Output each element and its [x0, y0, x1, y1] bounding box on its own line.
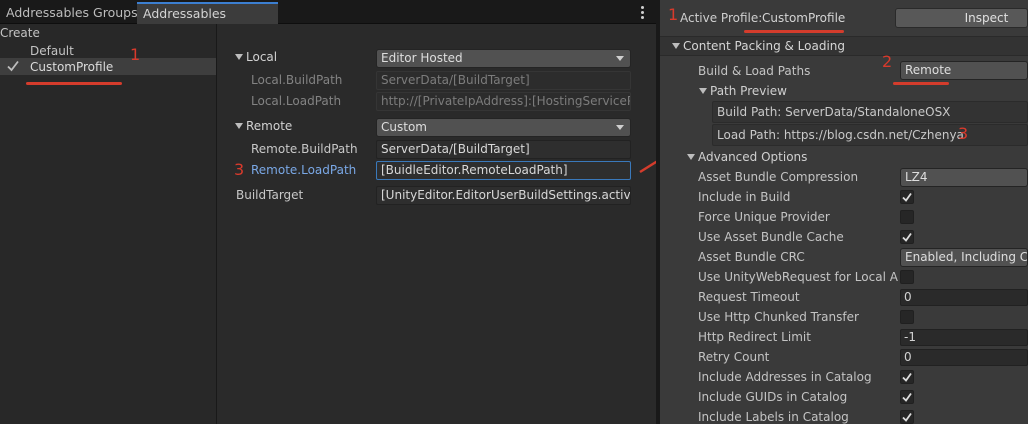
dropdown-value: Remote: [905, 63, 952, 77]
annotation-underline: [893, 82, 949, 85]
setting-checkbox[interactable]: [900, 390, 914, 404]
annotation-number: 2: [882, 52, 893, 71]
foldout-triangle-icon[interactable]: [235, 123, 243, 129]
setting-label: Include in Build: [698, 190, 791, 204]
setting-label: Use Http Chunked Transfer: [698, 310, 859, 324]
dropdown-value: Custom: [381, 120, 427, 134]
checkmark-icon: [902, 412, 912, 422]
annotation-number: 1: [668, 5, 679, 24]
setting-checkbox[interactable]: [900, 190, 914, 204]
annotation-number: 3: [234, 160, 245, 179]
setting-checkbox[interactable]: [900, 310, 914, 324]
setting-label: Include Labels in Catalog: [698, 410, 849, 424]
inspect-button[interactable]: Inspect: [895, 8, 1028, 28]
checkmark-icon: [902, 392, 912, 402]
build-target-field[interactable]: [UnityEditor.EditorUserBuildSettings.act…: [376, 186, 631, 205]
setting-label: Asset Bundle Compression: [698, 170, 859, 184]
setting-label: Force Unique Provider: [698, 210, 830, 224]
active-profile-label: Active Profile:: [680, 11, 763, 25]
remote-load-path-label: Remote.LoadPath: [251, 163, 357, 177]
setting-checkbox[interactable]: [900, 410, 914, 424]
setting-label: Http Redirect Limit: [698, 330, 811, 344]
local-load-path-label: Local.LoadPath: [251, 94, 342, 108]
build-path-preview: Build Path: ServerData/StandaloneOSX: [712, 101, 1028, 123]
setting-label: Use Asset Bundle Cache: [698, 230, 844, 244]
setting-label: Request Timeout: [698, 290, 800, 304]
checkmark-icon: [902, 372, 912, 382]
foldout-triangle-icon[interactable]: [672, 43, 680, 49]
setting-label: Include GUIDs in Catalog: [698, 390, 848, 404]
remote-build-path-label: Remote.BuildPath: [251, 142, 358, 156]
remote-load-path-field[interactable]: [BuidleEditor.RemoteLoadPath]: [376, 161, 631, 180]
chevron-down-icon: [616, 125, 624, 130]
profile-item-label: Default: [30, 44, 74, 58]
local-profile-dropdown[interactable]: Editor Hosted: [376, 49, 631, 68]
local-build-path-label: Local.BuildPath: [251, 73, 343, 87]
kebab-menu-icon[interactable]: [641, 6, 645, 20]
remote-section-label: Remote: [246, 119, 293, 133]
setting-checkbox[interactable]: [900, 230, 914, 244]
middle-pane-header: [217, 24, 656, 42]
chevron-down-icon: [616, 56, 624, 61]
advanced-options-label: Advanced Options: [698, 150, 808, 164]
setting-checkbox[interactable]: [900, 270, 914, 284]
setting-checkbox[interactable]: [900, 370, 914, 384]
tab-addressables-groups[interactable]: Addressables Groups: [0, 2, 144, 24]
inspect-button-label: Inspect: [964, 11, 1009, 25]
remote-build-path-field[interactable]: ServerData/[BuildTarget]: [376, 140, 631, 159]
load-path-preview-text: Load Path: https://blog.csdn.net/Czhenya: [717, 128, 964, 142]
setting-dropdown[interactable]: Enabled, Including Cac: [900, 248, 1028, 267]
dropdown-value: Editor Hosted: [381, 51, 463, 65]
setting-checkbox[interactable]: [900, 210, 914, 224]
checkmark-icon: [6, 59, 20, 73]
setting-label: Asset Bundle CRC: [698, 250, 805, 264]
setting-number-field[interactable]: 0: [900, 289, 1028, 306]
foldout-triangle-icon[interactable]: [699, 88, 707, 94]
tab-label: Addressables Groups: [6, 5, 138, 20]
tab-addressables-profiles[interactable]: Addressables Profiles: [137, 2, 278, 40]
setting-number-field[interactable]: 0: [900, 349, 1028, 366]
annotation-underline: [744, 30, 844, 33]
setting-dropdown[interactable]: LZ4: [900, 168, 1028, 187]
annotation-number: 1: [130, 45, 141, 64]
build-load-paths-label: Build & Load Paths: [698, 64, 811, 78]
setting-label: Retry Count: [698, 350, 770, 364]
local-build-path-field[interactable]: ServerData/[BuildTarget]: [376, 71, 631, 90]
build-target-label: BuildTarget: [236, 188, 304, 202]
profile-item-label: CustomProfile: [30, 60, 114, 74]
foldout-triangle-icon[interactable]: [235, 54, 243, 60]
load-path-preview: Load Path: https://blog.csdn.net/Czhenya: [712, 124, 1028, 146]
path-preview-label: Path Preview: [710, 84, 787, 98]
foldout-triangle-icon[interactable]: [687, 154, 695, 160]
setting-number-field[interactable]: -1: [900, 329, 1028, 346]
create-menu-label: Create: [0, 26, 40, 40]
annotation-underline: [26, 82, 122, 85]
local-section-label: Local: [246, 50, 278, 64]
create-menu-button[interactable]: Create: [0, 25, 40, 42]
setting-label: Include Addresses in Catalog: [698, 370, 872, 384]
local-load-path-field[interactable]: http://[PrivateIpAddress]:[HostingServic…: [376, 92, 631, 111]
active-profile-value: CustomProfile: [762, 11, 846, 25]
remote-profile-dropdown[interactable]: Custom: [376, 118, 631, 137]
checkmark-icon: [902, 232, 912, 242]
build-load-paths-dropdown[interactable]: Remote: [900, 61, 1028, 80]
content-packing-title: Content Packing & Loading: [683, 39, 846, 53]
annotation-number: 3: [958, 124, 969, 143]
checkmark-icon: [902, 192, 912, 202]
setting-label: Use UnityWebRequest for Local Ass: [698, 270, 898, 284]
